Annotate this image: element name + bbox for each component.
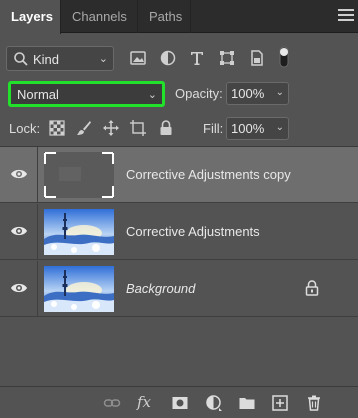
panel-tab-bar: Layers Channels Paths xyxy=(0,0,358,34)
new-adjustment-layer-icon[interactable] xyxy=(205,394,223,412)
chevron-down-icon: ⌄ xyxy=(98,53,108,65)
tab-layers[interactable]: Layers xyxy=(0,0,61,34)
filter-kind-label: Kind xyxy=(33,52,60,67)
chevron-down-icon[interactable]: ⌄ xyxy=(276,122,284,133)
lock-transparent-pixels-icon[interactable] xyxy=(48,119,66,137)
layer-name: Corrective Adjustments xyxy=(126,224,260,239)
blend-mode-value: Normal xyxy=(17,87,59,102)
chevron-down-icon: ⌄ xyxy=(147,89,157,101)
lock-position-icon[interactable] xyxy=(102,119,120,137)
layer-thumbnail[interactable] xyxy=(44,266,114,312)
eye-icon[interactable] xyxy=(10,167,28,181)
pixel-filter-icon[interactable] xyxy=(129,49,147,67)
filter-kind-select[interactable]: Kind ⌄ xyxy=(6,46,114,71)
lock-image-pixels-icon[interactable] xyxy=(75,119,93,137)
add-mask-icon[interactable] xyxy=(171,394,189,412)
layer-row-corrective-adjustments-copy[interactable]: Corrective Adjustments copy xyxy=(0,147,358,203)
divider xyxy=(37,261,38,317)
eye-icon[interactable] xyxy=(10,224,28,238)
blend-mode-select[interactable]: Normal ⌄ xyxy=(8,81,165,107)
fill-value: 100% xyxy=(231,121,265,136)
delete-layer-icon[interactable] xyxy=(305,394,323,412)
filter-toggle-icon[interactable] xyxy=(275,45,293,69)
type-filter-icon[interactable] xyxy=(188,49,206,67)
layers-bottom-toolbar: fx xyxy=(0,386,358,418)
tab-paths[interactable]: Paths xyxy=(138,0,191,33)
lock-icon[interactable] xyxy=(305,280,319,296)
panel-menu-icon[interactable] xyxy=(338,9,354,23)
opacity-label: Opacity: xyxy=(175,86,223,101)
tab-channels[interactable]: Channels xyxy=(61,0,138,33)
layer-name: Corrective Adjustments copy xyxy=(126,167,291,182)
new-layer-icon[interactable] xyxy=(271,394,289,412)
fill-label: Fill: xyxy=(203,121,224,136)
opacity-value: 100% xyxy=(231,86,265,101)
layer-thumbnail[interactable] xyxy=(44,152,114,198)
layer-thumbnail[interactable] xyxy=(44,209,114,255)
lock-artboard-icon[interactable] xyxy=(129,119,147,137)
fill-field[interactable]: 100% ⌄ xyxy=(226,117,289,140)
layer-row-corrective-adjustments[interactable]: Corrective Adjustments xyxy=(0,204,358,260)
smart-object-filter-icon[interactable] xyxy=(248,49,266,67)
lock-all-icon[interactable] xyxy=(157,119,175,137)
new-group-icon[interactable] xyxy=(238,394,256,412)
layer-name: Background xyxy=(126,281,196,296)
divider xyxy=(37,147,38,203)
divider xyxy=(37,204,38,260)
adjustment-filter-icon[interactable] xyxy=(159,49,177,67)
layer-row-background[interactable]: Background xyxy=(0,261,358,317)
search-icon xyxy=(14,52,28,66)
opacity-field[interactable]: 100% ⌄ xyxy=(226,82,289,105)
fx-icon[interactable]: fx xyxy=(137,393,151,411)
link-layers-icon[interactable] xyxy=(103,394,121,412)
eye-icon[interactable] xyxy=(10,281,28,295)
lock-label: Lock: xyxy=(9,121,41,136)
chevron-down-icon[interactable]: ⌄ xyxy=(276,87,284,98)
shape-filter-icon[interactable] xyxy=(218,49,236,67)
